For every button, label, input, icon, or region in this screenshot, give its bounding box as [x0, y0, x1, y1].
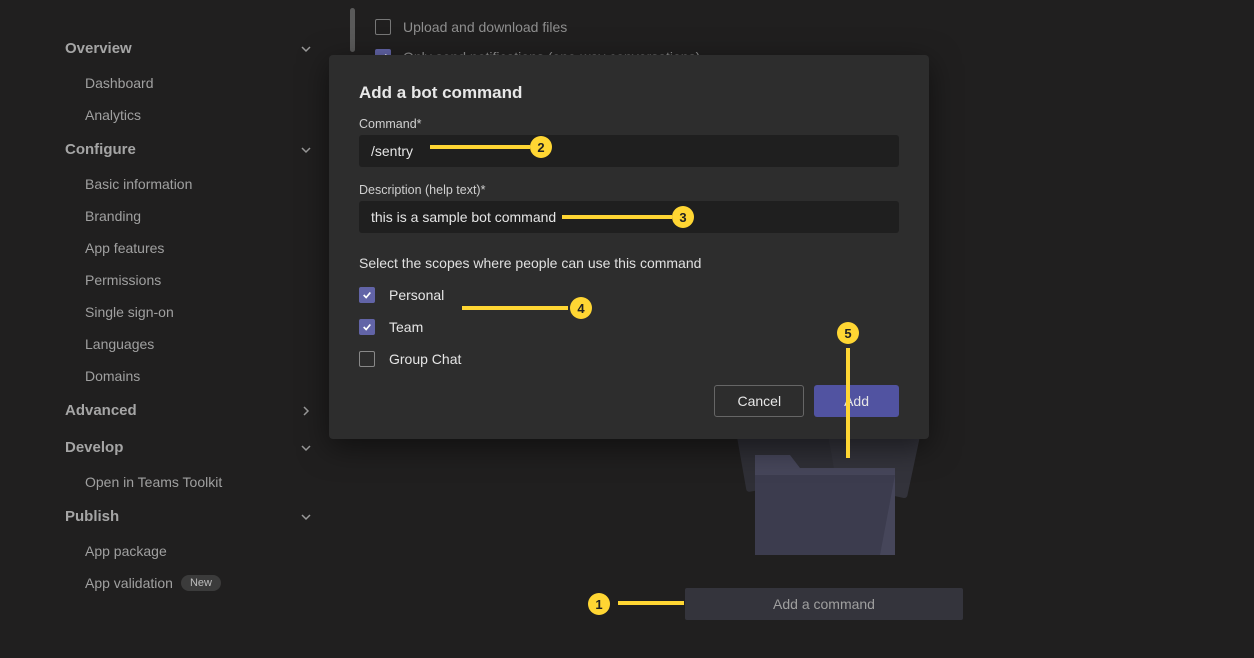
- scopes-text: Select the scopes where people can use t…: [359, 255, 899, 271]
- upload-files-option[interactable]: Upload and download files: [375, 12, 700, 42]
- sidebar-item-label: Dashboard: [85, 75, 154, 91]
- annotation-line: [430, 145, 530, 149]
- sidebar-item-label: Single sign-on: [85, 304, 174, 320]
- chevron-down-icon: [300, 144, 312, 156]
- command-label: Command*: [359, 117, 899, 131]
- annotation-marker-2: 2: [530, 136, 552, 158]
- sidebar-item-dashboard[interactable]: Dashboard: [65, 67, 340, 99]
- scope-label: Personal: [389, 287, 444, 303]
- sidebar-item-label: App package: [85, 543, 167, 559]
- sidebar-item-label: Permissions: [85, 272, 161, 288]
- button-label: Add a command: [773, 596, 875, 612]
- new-badge: New: [181, 575, 221, 591]
- sidebar: Overview Dashboard Analytics Configure B…: [0, 0, 340, 599]
- chevron-right-icon: [300, 405, 312, 417]
- scope-personal[interactable]: Personal: [359, 287, 899, 303]
- sidebar-item-permissions[interactable]: Permissions: [65, 264, 340, 296]
- sidebar-item-label: App features: [85, 240, 164, 256]
- sidebar-item-app-validation[interactable]: App validation New: [65, 567, 340, 599]
- annotation-line: [846, 348, 850, 458]
- annotation-line: [618, 601, 684, 605]
- chevron-down-icon: [300, 442, 312, 454]
- scope-group-chat[interactable]: Group Chat: [359, 351, 899, 367]
- section-publish[interactable]: Publish: [65, 498, 340, 535]
- section-title: Overview: [65, 40, 132, 57]
- section-configure[interactable]: Configure: [65, 131, 340, 168]
- add-button[interactable]: Add: [814, 385, 899, 417]
- command-input[interactable]: [359, 135, 899, 167]
- sidebar-item-analytics[interactable]: Analytics: [65, 99, 340, 131]
- modal-button-row: Cancel Add: [359, 385, 899, 417]
- section-title: Configure: [65, 141, 136, 158]
- annotation-line: [462, 306, 568, 310]
- description-label: Description (help text)*: [359, 183, 899, 197]
- chevron-down-icon: [300, 43, 312, 55]
- checkbox-checked-icon[interactable]: [359, 287, 375, 303]
- checkbox-checked-icon[interactable]: [359, 319, 375, 335]
- sidebar-item-app-package[interactable]: App package: [65, 535, 340, 567]
- sidebar-item-languages[interactable]: Languages: [65, 328, 340, 360]
- annotation-marker-4: 4: [570, 297, 592, 319]
- checkbox-unchecked-icon[interactable]: [359, 351, 375, 367]
- cancel-button[interactable]: Cancel: [714, 385, 804, 417]
- sidebar-item-label: Basic information: [85, 176, 192, 192]
- scope-label: Team: [389, 319, 423, 335]
- sidebar-item-label: Open in Teams Toolkit: [85, 474, 222, 490]
- sidebar-item-branding[interactable]: Branding: [65, 200, 340, 232]
- scope-label: Group Chat: [389, 351, 461, 367]
- sidebar-item-label: Branding: [85, 208, 141, 224]
- annotation-marker-5: 5: [837, 322, 859, 344]
- scroll-position-indicator: [350, 8, 355, 52]
- checkbox-label: Upload and download files: [403, 19, 567, 35]
- modal-title: Add a bot command: [359, 83, 899, 103]
- sidebar-item-label: App validation: [85, 575, 173, 591]
- section-develop[interactable]: Develop: [65, 429, 340, 466]
- sidebar-item-single-sign-on[interactable]: Single sign-on: [65, 296, 340, 328]
- sidebar-item-teams-toolkit[interactable]: Open in Teams Toolkit: [65, 466, 340, 498]
- sidebar-item-basic-information[interactable]: Basic information: [65, 168, 340, 200]
- annotation-marker-3: 3: [672, 206, 694, 228]
- sidebar-item-label: Languages: [85, 336, 154, 352]
- add-bot-command-modal: Add a bot command Command* Description (…: [329, 55, 929, 439]
- button-label: Cancel: [737, 393, 781, 409]
- section-advanced[interactable]: Advanced: [65, 392, 340, 429]
- sidebar-item-label: Domains: [85, 368, 140, 384]
- annotation-marker-1: 1: [588, 593, 610, 615]
- sidebar-item-label: Analytics: [85, 107, 141, 123]
- section-overview[interactable]: Overview: [65, 30, 340, 67]
- sidebar-item-domains[interactable]: Domains: [65, 360, 340, 392]
- section-title: Develop: [65, 439, 123, 456]
- section-title: Publish: [65, 508, 119, 525]
- section-title: Advanced: [65, 402, 137, 419]
- sidebar-item-app-features[interactable]: App features: [65, 232, 340, 264]
- annotation-line: [562, 215, 672, 219]
- checkbox-unchecked-icon[interactable]: [375, 19, 391, 35]
- scope-team[interactable]: Team: [359, 319, 899, 335]
- chevron-down-icon: [300, 511, 312, 523]
- add-command-button[interactable]: Add a command: [685, 588, 963, 620]
